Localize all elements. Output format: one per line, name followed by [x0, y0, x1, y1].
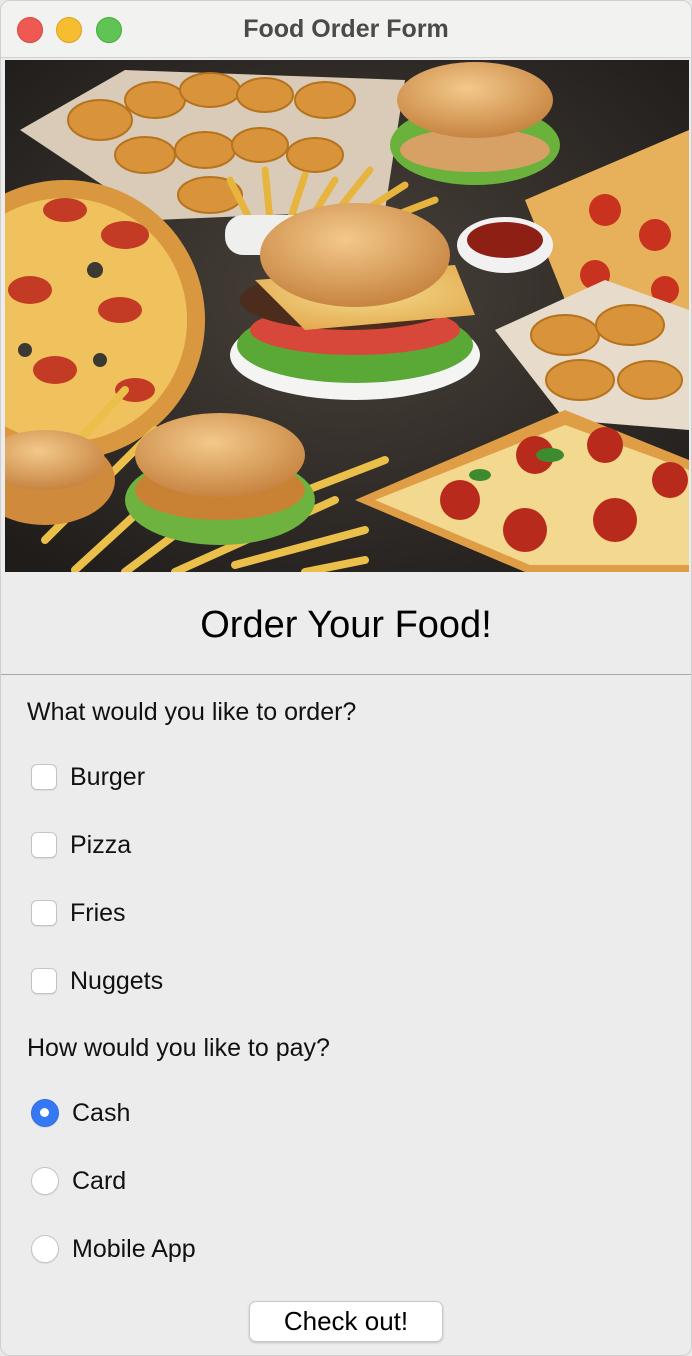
- payment-prompt: How would you like to pay?: [27, 1034, 330, 1062]
- radio-card[interactable]: Card: [31, 1166, 126, 1196]
- page-heading: Order Your Food!: [200, 604, 492, 646]
- radio-label: Cash: [72, 1098, 131, 1127]
- radio-button[interactable]: [31, 1167, 59, 1195]
- checkbox-box[interactable]: [31, 900, 57, 926]
- checkbox-label: Nuggets: [70, 966, 164, 995]
- radio-button-selected[interactable]: [31, 1099, 59, 1127]
- checkout-button[interactable]: Check out!: [249, 1301, 443, 1342]
- radio-label: Card: [72, 1166, 127, 1195]
- title-bar: Food Order Form: [1, 1, 691, 58]
- checkbox-nuggets[interactable]: Nuggets: [31, 966, 163, 996]
- food-illustration: [5, 60, 689, 572]
- radio-button[interactable]: [31, 1235, 59, 1263]
- divider: [1, 674, 691, 675]
- radio-label: Mobile App: [72, 1234, 196, 1263]
- checkbox-fries[interactable]: Fries: [31, 898, 126, 928]
- radio-cash[interactable]: Cash: [31, 1098, 130, 1128]
- checkbox-box[interactable]: [31, 764, 57, 790]
- window-title: Food Order Form: [243, 15, 449, 43]
- checkbox-box[interactable]: [31, 968, 57, 994]
- checkbox-pizza[interactable]: Pizza: [31, 830, 131, 860]
- app-window: Food Order Form Order Your Food! What wo…: [0, 0, 692, 1356]
- checkbox-label: Pizza: [70, 830, 132, 859]
- radio-mobile-app[interactable]: Mobile App: [31, 1234, 196, 1264]
- checkbox-burger[interactable]: Burger: [31, 762, 145, 792]
- checkbox-box[interactable]: [31, 832, 57, 858]
- checkbox-label: Fries: [70, 898, 126, 927]
- food-image: [5, 60, 689, 572]
- order-prompt: What would you like to order?: [27, 698, 357, 726]
- checkbox-label: Burger: [70, 762, 146, 791]
